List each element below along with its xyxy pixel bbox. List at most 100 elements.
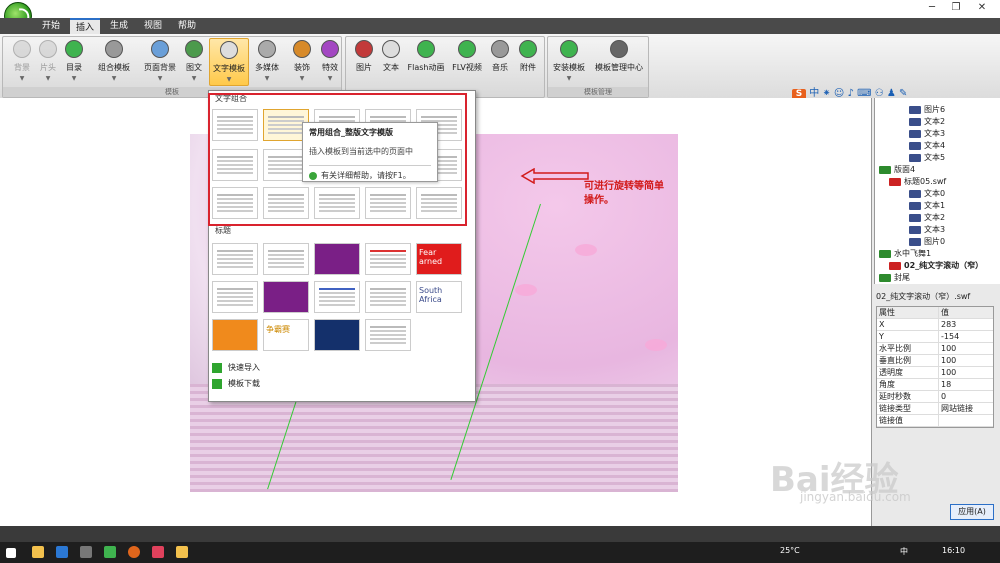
title-thumbnail[interactable]: [365, 243, 411, 275]
tree-node[interactable]: 图片0: [909, 236, 945, 248]
quick-import-button[interactable]: 快速导入: [208, 360, 260, 376]
app-icon[interactable]: [104, 546, 116, 558]
property-row[interactable]: Y -154: [877, 331, 993, 343]
menu-help[interactable]: 帮助: [172, 18, 202, 34]
flash-button[interactable]: Flash动画: [406, 38, 446, 86]
title-thumbnail[interactable]: [314, 281, 360, 313]
close-icon[interactable]: ✕: [970, 1, 994, 15]
ime-toolbar[interactable]: S 中 ⁕ ☺ ♪ ⌨ ⚇ ♟ ✎: [792, 84, 907, 102]
minimize-icon[interactable]: ─: [920, 1, 944, 15]
title-thumbnail[interactable]: [212, 243, 258, 275]
property-value[interactable]: 0: [939, 391, 993, 402]
maximize-icon[interactable]: ❐: [944, 1, 968, 15]
menu-insert[interactable]: 插入: [70, 18, 100, 34]
tree-node[interactable]: 文本0: [909, 188, 945, 200]
text-button[interactable]: 文本: [378, 38, 404, 86]
property-row[interactable]: 垂直比例 100: [877, 355, 993, 367]
tree-node-label: 图片6: [924, 105, 946, 114]
properties-table[interactable]: 属性值 X 283 Y -154 水平比例 100 垂直比例 100 透明度 100 角度…: [876, 306, 994, 428]
picture-button[interactable]: 图片: [350, 38, 378, 86]
property-value[interactable]: -154: [939, 331, 993, 342]
tree-node[interactable]: 文本2: [909, 116, 945, 128]
image-text-button[interactable]: 图文 ▼: [180, 38, 208, 86]
tree-node[interactable]: 文本3: [909, 224, 945, 236]
edge-icon[interactable]: [56, 546, 68, 558]
property-value[interactable]: 100: [939, 367, 993, 378]
decoration-button[interactable]: 装饰 ▼: [288, 38, 316, 86]
multimedia-button[interactable]: 多媒体 ▼: [250, 38, 284, 86]
tree-node[interactable]: 标题05.swf: [889, 176, 946, 188]
app-icon[interactable]: [152, 546, 164, 558]
toc-label: 目录: [66, 63, 82, 72]
ime-indicator[interactable]: 中: [900, 546, 908, 557]
apply-button[interactable]: 应用(A): [950, 504, 994, 520]
property-key: 链接类型: [877, 403, 939, 414]
property-row[interactable]: 链接类型 网站链接: [877, 403, 993, 415]
folder-icon[interactable]: [176, 546, 188, 558]
taskbar: 25°C 中 16:10: [0, 542, 1000, 563]
tree-node[interactable]: 文本1: [909, 200, 945, 212]
combo-template-icon: [105, 40, 123, 58]
title-thumbnail[interactable]: [314, 319, 360, 351]
template-center-label: 模板管理中心: [595, 63, 643, 72]
music-button[interactable]: 音乐: [486, 38, 514, 86]
template-center-button[interactable]: 模板管理中心: [592, 38, 646, 86]
property-value[interactable]: [939, 415, 993, 426]
title-thumbnail[interactable]: [212, 319, 258, 351]
tree-node[interactable]: 水中飞舞1: [879, 248, 931, 260]
page-icon: [879, 165, 891, 174]
attachment-button[interactable]: 附件: [514, 38, 542, 86]
clock-time[interactable]: 16:10: [942, 546, 965, 555]
property-value[interactable]: 18: [939, 379, 993, 390]
title-thumbnail[interactable]: [212, 281, 258, 313]
title-thumbnail[interactable]: [263, 243, 309, 275]
chevron-down-icon: ▼: [299, 75, 305, 82]
property-row[interactable]: 链接值: [877, 415, 993, 427]
property-row[interactable]: 透明度 100: [877, 367, 993, 379]
title-thumbnail[interactable]: [263, 281, 309, 313]
menu-generate[interactable]: 生成: [104, 18, 134, 34]
template-download-button[interactable]: 模板下载: [208, 376, 260, 392]
tree-node[interactable]: 文本4: [909, 140, 945, 152]
title-thumbnail[interactable]: [365, 281, 411, 313]
title-thumbnail[interactable]: 争霸赛: [263, 319, 309, 351]
property-value[interactable]: 100: [939, 355, 993, 366]
title-thumbnail[interactable]: South Africa: [416, 281, 462, 313]
page-background-button[interactable]: 页面背景 ▼: [140, 38, 180, 86]
text-template-button[interactable]: 文字模板 ▼: [209, 38, 249, 86]
install-template-button[interactable]: 安装模板 ▼: [550, 38, 588, 86]
tree-node[interactable]: 图片6: [909, 104, 945, 116]
title-thumbnail[interactable]: [365, 319, 411, 351]
title-thumbnail[interactable]: Fear arned: [416, 243, 462, 275]
attachment-label: 附件: [520, 63, 536, 72]
property-row[interactable]: 延时秒数 0: [877, 391, 993, 403]
combo-template-button[interactable]: 组合模板 ▼: [92, 38, 136, 86]
property-value[interactable]: 100: [939, 343, 993, 354]
menu-view[interactable]: 视图: [138, 18, 168, 34]
menu-start[interactable]: 开始: [36, 18, 66, 34]
property-value[interactable]: 283: [939, 319, 993, 330]
tree-node[interactable]: 封尾: [879, 272, 910, 284]
app-icon[interactable]: [80, 546, 92, 558]
effects-icon: [321, 40, 339, 58]
firefox-icon[interactable]: [128, 546, 140, 558]
property-key: 链接值: [877, 415, 939, 426]
property-value[interactable]: 网站链接: [939, 403, 993, 414]
effects-button[interactable]: 特效 ▼: [316, 38, 344, 86]
toc-button[interactable]: 目录 ▼: [54, 38, 94, 86]
property-row[interactable]: 角度 18: [877, 379, 993, 391]
tree-node-selected[interactable]: 02_纯文字滚动（窄）: [889, 260, 983, 272]
file-explorer-icon[interactable]: [32, 546, 44, 558]
title-thumbnail[interactable]: [314, 243, 360, 275]
tree-node[interactable]: 文本3: [909, 128, 945, 140]
tree-node[interactable]: 版面4: [879, 164, 915, 176]
property-row[interactable]: X 283: [877, 319, 993, 331]
annotation-text: 可进行旋转等简单操作。: [584, 181, 664, 206]
windows-start-icon[interactable]: [6, 548, 16, 558]
flv-button[interactable]: FLV视频: [450, 38, 484, 86]
tree-node[interactable]: 文本2: [909, 212, 945, 224]
property-row[interactable]: 水平比例 100: [877, 343, 993, 355]
tree-node[interactable]: 文本5: [909, 152, 945, 164]
structure-tree[interactable]: 图片6 文本2 文本3 文本4 文本5 版面4 标题05.swf 文本0 文本1…: [874, 98, 1000, 284]
weather-text[interactable]: 25°C: [780, 546, 800, 555]
